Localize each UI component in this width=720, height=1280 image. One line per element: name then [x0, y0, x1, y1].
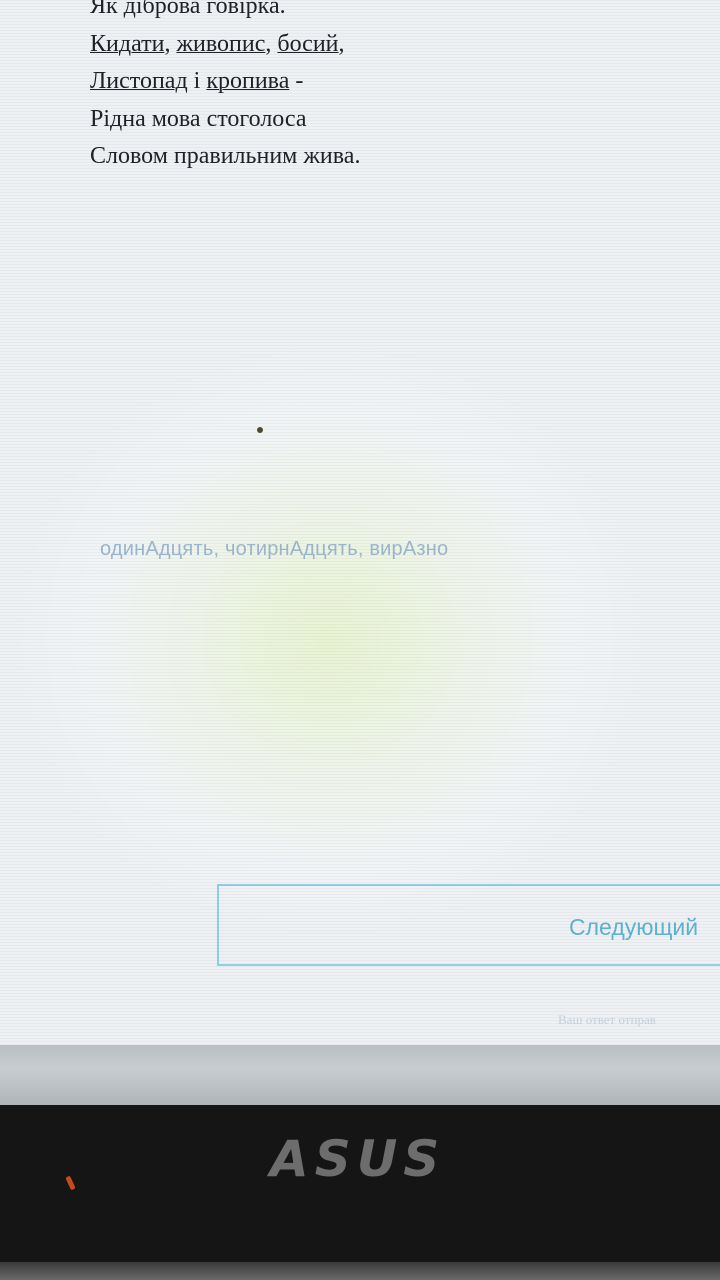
footer-note: Ваш ответ отправ: [558, 1012, 656, 1027]
taskbar: [0, 1045, 720, 1105]
next-button-label: Следующий: [569, 914, 699, 940]
word-lystopad: Листопад: [90, 68, 188, 94]
poem-line-2: Кидати, живопис, босий,: [90, 30, 345, 57]
word-kropyva: кропива: [206, 68, 290, 94]
word-kydaty: Кидати: [90, 30, 165, 57]
poem-line-3: Листопад і кропива -: [90, 68, 304, 94]
poem-line-5: Словом правильним жива.: [90, 143, 361, 169]
answer-text: одинАдцять, чотирнАдцять, вирАзно: [100, 538, 449, 560]
next-button[interactable]: Следующий: [217, 884, 720, 966]
laptop-hinge: [0, 1262, 720, 1280]
asus-logo: ASUS: [270, 1130, 446, 1188]
poem-line-1: Як діброва говірка.: [90, 0, 286, 19]
word-zhyvopys: живопис: [176, 30, 266, 57]
cursor-dot: [257, 427, 263, 433]
poem-text: Як діброва говірка. Кидати, живопис, бос…: [90, 0, 610, 176]
word-bosyi: босий: [277, 30, 339, 57]
poem-line-4: Рідна мова стоголоса: [90, 105, 307, 132]
browser-content: Як діброва говірка. Кидати, живопис, бос…: [0, 0, 720, 1045]
